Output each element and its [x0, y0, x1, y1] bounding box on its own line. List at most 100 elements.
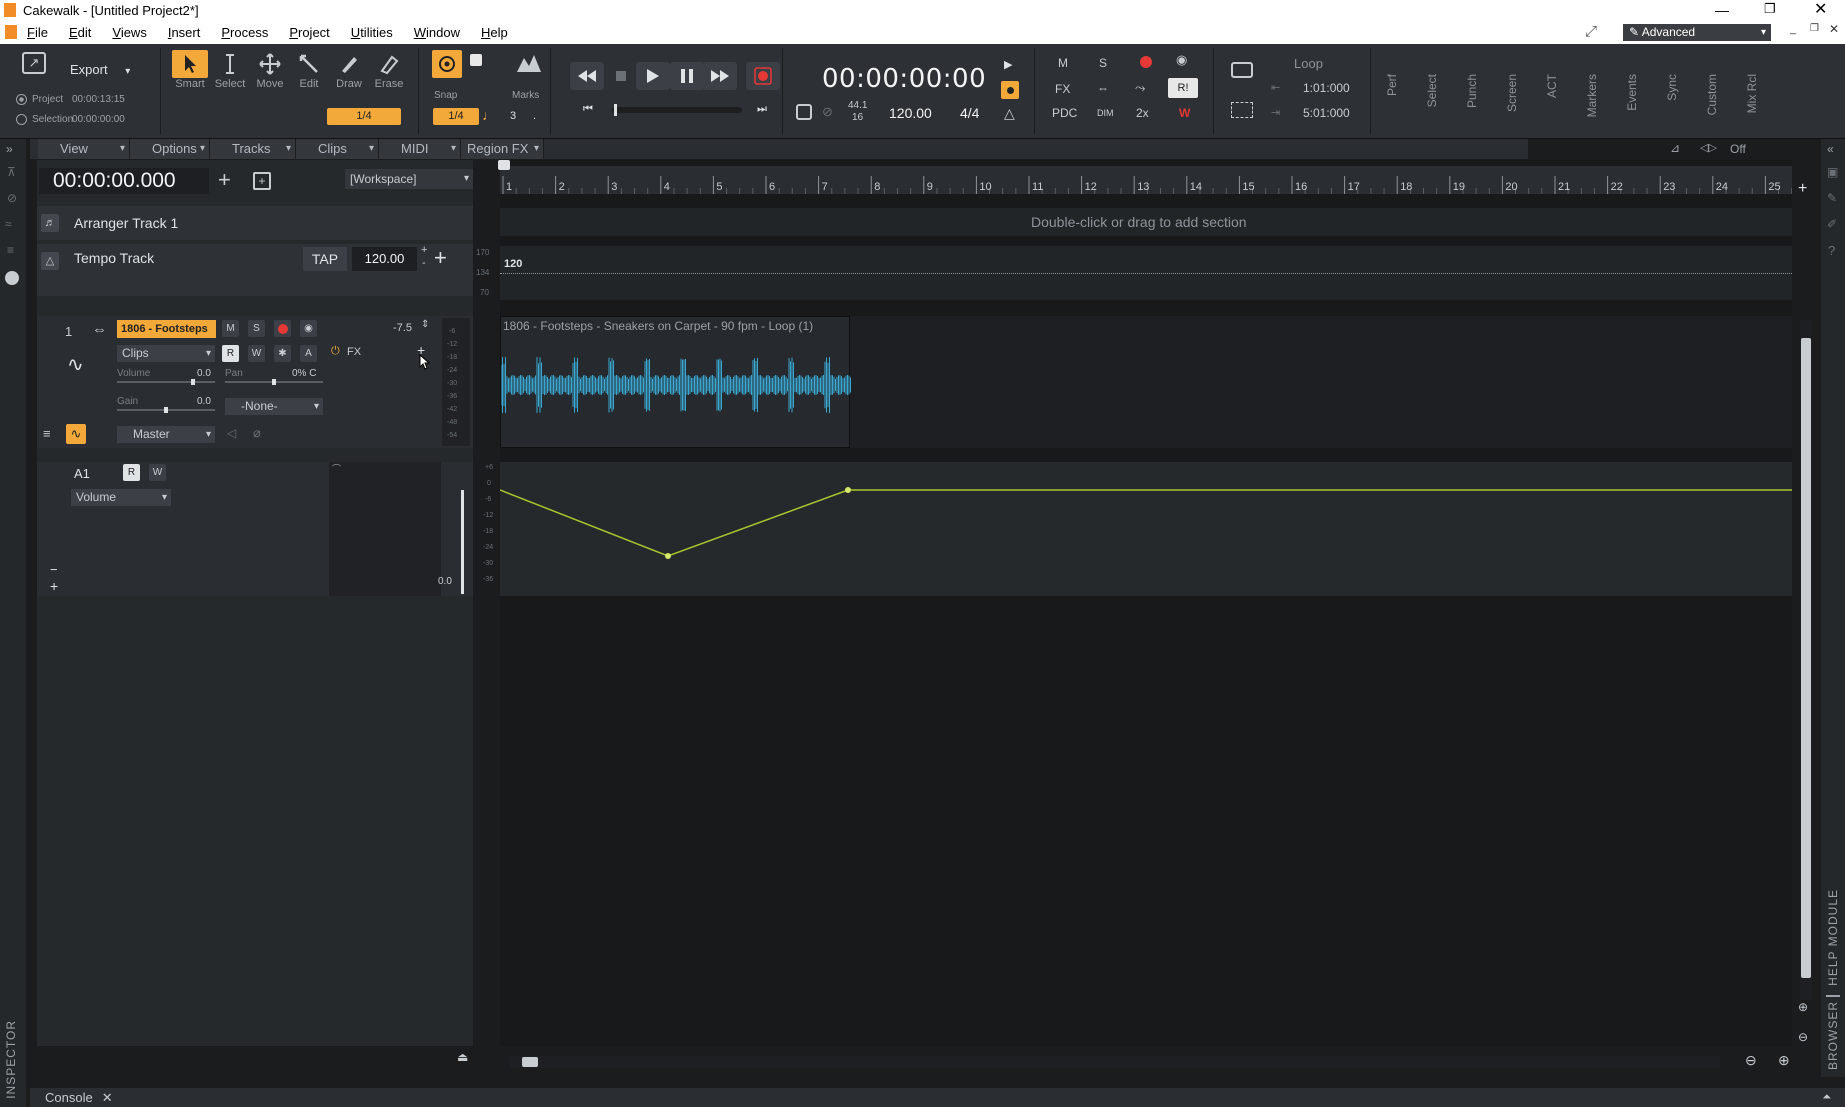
help-icon[interactable]: ?: [1828, 243, 1835, 258]
inspector-track-icon[interactable]: ⊼: [7, 165, 16, 179]
gain-value[interactable]: 0.0: [197, 396, 211, 407]
solo-all-button[interactable]: S: [1099, 56, 1107, 70]
dim-button[interactable]: DIM: [1097, 108, 1114, 118]
zoom-in-vertical-icon[interactable]: ⊕: [1798, 1000, 1808, 1014]
module-punch[interactable]: Punch: [1465, 74, 1479, 108]
metronome-toggle[interactable]: [1001, 81, 1019, 99]
doc-minimize-button[interactable]: _: [1790, 23, 1796, 35]
workspace-dropdown[interactable]: [Workspace]: [345, 169, 473, 189]
fullscreen-icon[interactable]: ⤢: [1585, 23, 1597, 40]
app-menu-icon[interactable]: [5, 25, 17, 39]
snap-button[interactable]: [432, 50, 462, 78]
pause-button[interactable]: [670, 62, 704, 90]
expand-icon[interactable]: »: [6, 142, 13, 156]
mute-all-button[interactable]: M: [1058, 56, 1068, 70]
loop-end[interactable]: 5:01:000: [1303, 106, 1350, 120]
menu-utilities[interactable]: Utilities: [351, 25, 393, 40]
envelope-line[interactable]: [500, 489, 1792, 557]
meter-updown-icon[interactable]: ⇕: [421, 319, 429, 330]
menu-window[interactable]: Window: [414, 25, 460, 40]
module-perf[interactable]: Perf: [1385, 74, 1399, 96]
insert-tempo-icon[interactable]: +: [434, 245, 447, 271]
collapse-right-icon[interactable]: «: [1827, 142, 1834, 156]
zoom-in-horizontal-icon[interactable]: ⊕: [1778, 1052, 1790, 1069]
inspector-clip-icon[interactable]: ⊘: [7, 191, 17, 205]
project-radio[interactable]: [16, 94, 27, 105]
snap-offset-icon[interactable]: ◁▷: [1700, 141, 1717, 154]
snap-offset-value[interactable]: Off: [1730, 142, 1746, 156]
solo-button[interactable]: S: [248, 320, 265, 337]
now-marker-icon[interactable]: [498, 160, 510, 170]
snap-number[interactable]: 3: [510, 110, 516, 122]
browser-notes-icon[interactable]: ✐: [1827, 217, 1837, 231]
freeze-button[interactable]: ✱: [274, 345, 291, 362]
menu-clips[interactable]: Clips: [296, 139, 379, 159]
arranger-lane[interactable]: Double-click or drag to add section: [500, 208, 1792, 236]
output-dropdown[interactable]: Master: [117, 426, 215, 443]
vertical-scrollbar[interactable]: [1800, 320, 1812, 1000]
aux-send-icon[interactable]: ◁: [227, 426, 236, 440]
module-mix-recall[interactable]: Mix Rcl: [1745, 74, 1759, 113]
stop-button[interactable]: [604, 62, 638, 90]
punch-region-icon[interactable]: [1231, 102, 1253, 118]
marks-icon[interactable]: [516, 52, 542, 74]
module-select[interactable]: Select: [1425, 74, 1439, 107]
tempo-lane[interactable]: 120: [500, 246, 1792, 300]
inspector-audio-icon[interactable]: ≈: [5, 217, 12, 231]
transport-time[interactable]: 00:00:00:00: [822, 64, 986, 94]
horizontal-scrollbar[interactable]: [510, 1056, 1720, 1068]
go-to-end-icon[interactable]: ⏭: [757, 103, 767, 116]
close-console-icon[interactable]: ✕: [102, 1090, 113, 1106]
tempo-track-name[interactable]: Tempo Track: [74, 250, 154, 266]
tempo-value[interactable]: 120.00: [889, 105, 932, 121]
pan-slider-thumb[interactable]: [272, 379, 276, 385]
write-all-button[interactable]: W: [1179, 106, 1190, 120]
tempo-down-icon[interactable]: -: [422, 257, 426, 269]
track-1-header[interactable]: 1 ⇔ 1806 - Footsteps M S ◉ -7.5 ⇕ ∿ Clip…: [37, 316, 473, 448]
menu-tracks[interactable]: Tracks: [210, 139, 296, 159]
inspector-tab[interactable]: INSPECTOR: [4, 1020, 18, 1099]
selection-time-row[interactable]: Selection 00:00:00:00: [16, 114, 125, 125]
module-screen[interactable]: Screen: [1505, 74, 1519, 112]
help-module-tab[interactable]: HELP MODULE: [1826, 889, 1840, 986]
menu-view[interactable]: View: [38, 139, 130, 159]
record-arm-button[interactable]: [274, 320, 291, 337]
expand-console-icon[interactable]: ⏶: [1822, 1091, 1831, 1104]
module-custom[interactable]: Custom: [1705, 74, 1719, 115]
automation-value-bar[interactable]: [461, 490, 464, 594]
tap-button[interactable]: TAP: [303, 247, 347, 271]
browser-plugins-icon[interactable]: ✎: [1827, 191, 1837, 205]
envelope-mode-icon[interactable]: ⊿: [1670, 141, 1680, 155]
browser-tab[interactable]: BROWSER: [1826, 1001, 1840, 1070]
tempo-up-icon[interactable]: +: [421, 244, 427, 256]
volume-slider[interactable]: [117, 379, 215, 385]
pdc-button[interactable]: PDC: [1052, 106, 1077, 120]
read-all-button[interactable]: R!: [1168, 78, 1198, 98]
clips-dropdown[interactable]: Clips: [117, 345, 215, 362]
export-dropdown[interactable]: Export ▾: [70, 62, 130, 77]
add-lane-icon[interactable]: +: [50, 578, 58, 594]
position-slider[interactable]: [612, 104, 742, 116]
module-act[interactable]: ACT: [1545, 74, 1559, 98]
browser-media-icon[interactable]: ▣: [1827, 165, 1838, 179]
track-name[interactable]: 1806 - Footsteps: [117, 320, 216, 338]
archive-button[interactable]: A: [300, 345, 317, 362]
meter-value[interactable]: 4/4: [960, 105, 979, 121]
snap-mode-icon[interactable]: [470, 54, 482, 66]
tool-move[interactable]: Move: [252, 50, 288, 90]
metronome-icon[interactable]: △: [1004, 105, 1015, 122]
clips-pane[interactable]: 1 2 3 4 5 6 7 8 9 10 11 12 13 14 15 16 17 18 19 20 21 22 23 24 2…: [498, 160, 1812, 1068]
automation-lane-header[interactable]: A1 R W Volume − + ⌒ 0.0 +6 0 -6 -12 -18 …: [37, 462, 493, 596]
remove-lane-icon[interactable]: −: [50, 562, 58, 577]
write-automation-button[interactable]: W: [248, 345, 265, 362]
rewind-button[interactable]: [570, 62, 604, 90]
module-markers[interactable]: Markers: [1585, 74, 1599, 117]
menu-midi[interactable]: MIDI: [379, 139, 461, 159]
menu-file[interactable]: File: [27, 25, 48, 40]
menu-help[interactable]: Help: [481, 25, 508, 40]
now-time-display[interactable]: 00:00:00.000: [39, 168, 209, 194]
envelope-node[interactable]: [665, 553, 671, 559]
zoom-out-horizontal-icon[interactable]: ⊖: [1745, 1052, 1757, 1069]
tool-select[interactable]: Select: [212, 50, 248, 90]
add-marker-icon[interactable]: +: [1798, 180, 1807, 198]
